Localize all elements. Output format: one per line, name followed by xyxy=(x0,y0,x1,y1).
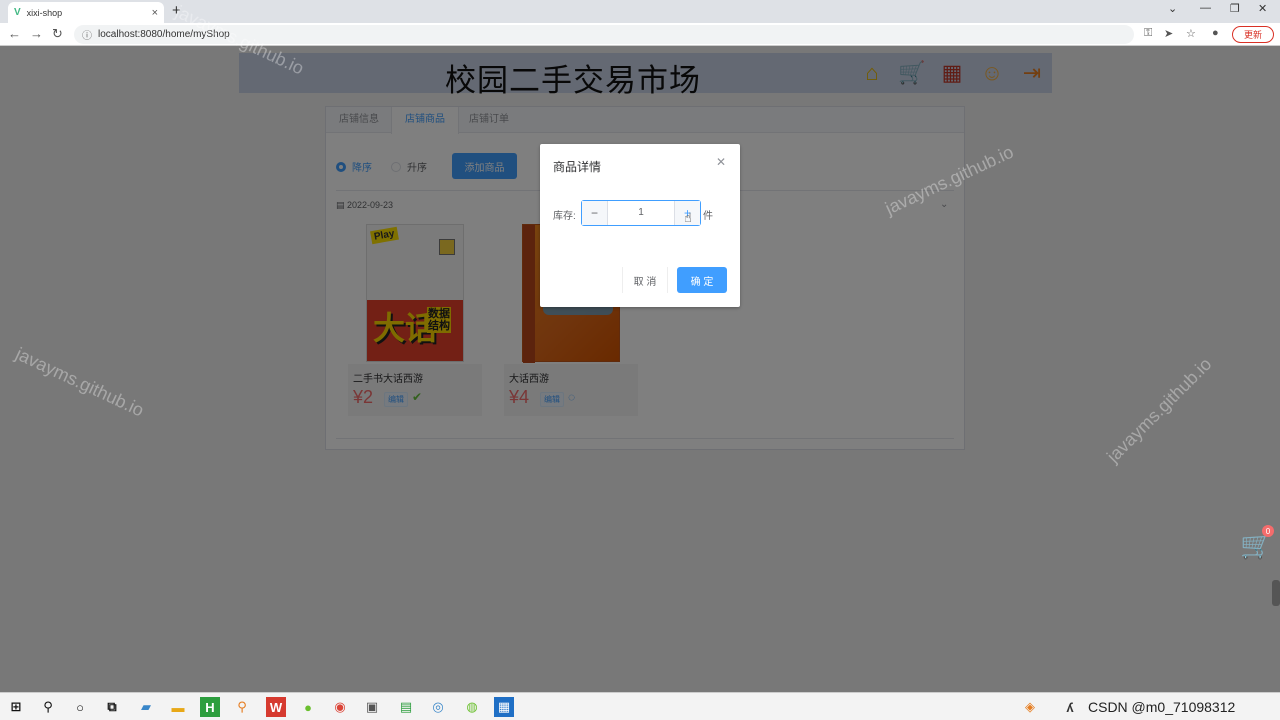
stock-stepper: − 1 + xyxy=(581,200,701,226)
tray-icon[interactable]: ʎ xyxy=(1060,697,1080,717)
unit-label: 件 xyxy=(703,211,713,222)
back-icon[interactable]: ← xyxy=(8,26,21,41)
close-icon[interactable]: ✕ xyxy=(716,155,726,169)
key-icon[interactable]: ⚿ xyxy=(1144,27,1152,40)
update-button[interactable]: 更新 xyxy=(1232,26,1274,43)
app-icon[interactable]: ● xyxy=(298,697,318,717)
forward-icon[interactable]: → xyxy=(30,26,43,41)
tab-close-icon[interactable]: × xyxy=(152,7,158,19)
tab-title: xixi-shop xyxy=(26,7,63,18)
restore-icon[interactable]: ❐ xyxy=(1230,2,1240,15)
dialog-title: 商品详情 xyxy=(553,160,602,174)
cart-count-badge: 0 xyxy=(1262,525,1274,537)
minimize-icon[interactable]: — xyxy=(1200,2,1211,14)
search-tool-icon[interactable]: ⚲ xyxy=(232,697,252,717)
wps-icon[interactable]: W xyxy=(266,697,286,717)
cortana-icon[interactable]: ○ xyxy=(70,697,90,717)
app-icon[interactable]: ◍ xyxy=(462,697,482,717)
tray-icon[interactable]: ◈ xyxy=(1020,697,1040,717)
hbuilder-icon[interactable]: H xyxy=(200,697,220,717)
tab-search-icon[interactable]: ⌄ xyxy=(1168,2,1177,15)
app-icon[interactable]: ▰ xyxy=(136,697,156,717)
confirm-button[interactable]: 确 定 xyxy=(677,267,727,293)
stock-label: 库存: xyxy=(553,211,576,222)
decrement-button[interactable]: − xyxy=(582,201,608,225)
app-icon[interactable]: ▣ xyxy=(362,697,382,717)
hand-cursor-icon: ☝ xyxy=(684,210,692,225)
site-info-icon[interactable]: ⓘ xyxy=(82,27,92,42)
chrome-icon[interactable]: ◉ xyxy=(330,697,350,717)
profile-icon[interactable]: ● xyxy=(1212,27,1219,39)
csdn-watermark-text: CSDN @m0_71098312 xyxy=(1088,699,1236,715)
browser-tab[interactable]: V xixi-shop × xyxy=(8,2,164,23)
windows-taskbar: ⊞ ⚲ ○ ⧉ ▰ ▬ H ⚲ W ● ◉ ▣ ▤ ◎ ◍ ▦ ◈ ʎ CSDN… xyxy=(0,692,1280,720)
vue-favicon-icon: V xyxy=(14,7,21,18)
windows-start-icon[interactable]: ⊞ xyxy=(6,697,26,717)
file-explorer-icon[interactable]: ▬ xyxy=(168,697,188,717)
stock-input[interactable]: 1 xyxy=(608,201,674,225)
app-icon[interactable]: ◎ xyxy=(428,697,448,717)
search-icon[interactable]: ⚲ xyxy=(38,697,58,717)
app-icon[interactable]: ▤ xyxy=(396,697,416,717)
modal-overlay[interactable] xyxy=(0,46,1280,692)
send-icon[interactable]: ➤ xyxy=(1164,27,1173,40)
close-window-icon[interactable]: ✕ xyxy=(1258,2,1267,15)
side-scroll-handle[interactable] xyxy=(1272,580,1280,606)
reload-icon[interactable]: ↻ xyxy=(52,26,63,42)
product-detail-dialog: 商品详情 ✕ 库存: − 1 + 件 ☝ 取 消 确 定 xyxy=(540,144,740,307)
task-view-icon[interactable]: ⧉ xyxy=(102,697,122,717)
bookmark-star-icon[interactable]: ☆ xyxy=(1186,27,1196,40)
app-icon[interactable]: ▦ xyxy=(494,697,514,717)
cancel-button[interactable]: 取 消 xyxy=(622,267,668,293)
